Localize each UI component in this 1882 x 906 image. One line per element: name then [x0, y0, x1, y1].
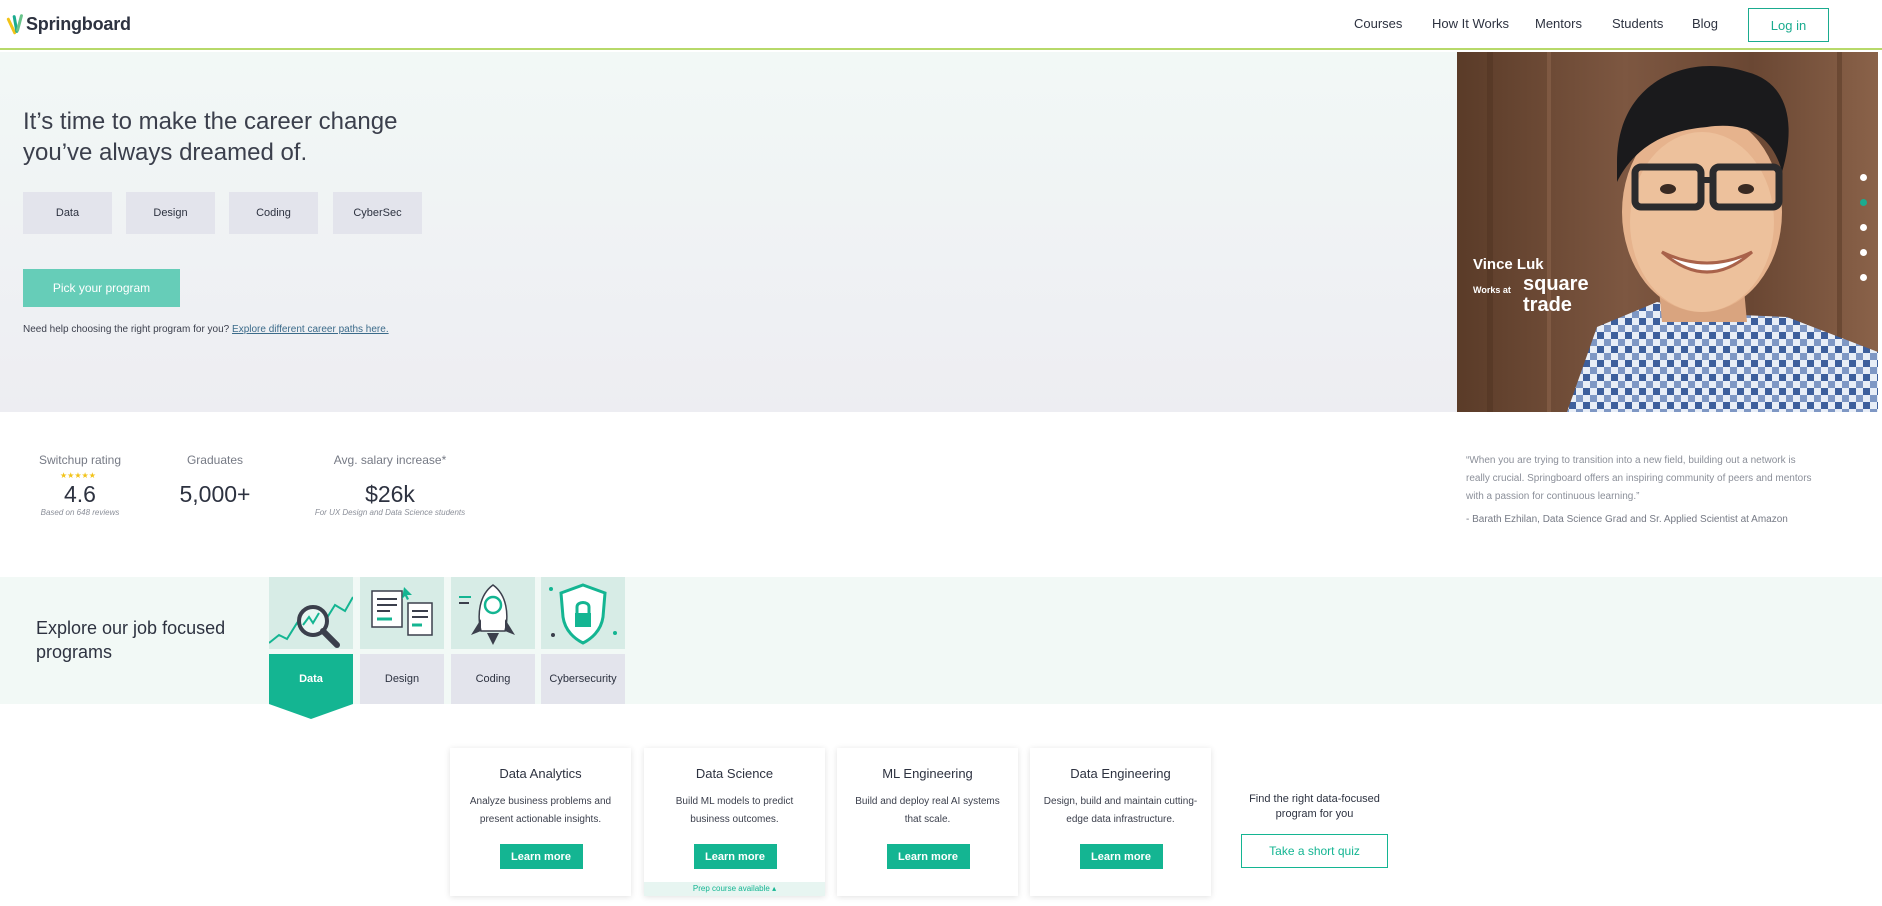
card-title: Data Science [695, 766, 774, 781]
card-ml-engineering: ML Engineering Build and deploy real AI … [837, 748, 1018, 896]
carousel-dot-2[interactable] [1860, 199, 1867, 206]
tab-design[interactable]: Design [360, 654, 444, 704]
carousel-dot-4[interactable] [1860, 249, 1867, 256]
coding-program-image[interactable] [451, 577, 535, 649]
card-title: Data Engineering [1070, 766, 1171, 781]
active-tab-arrow [269, 704, 353, 719]
learn-more-button[interactable]: Learn more [1079, 844, 1163, 869]
data-program-image[interactable] [269, 577, 353, 649]
springboard-logo[interactable]: Springboard [6, 11, 131, 37]
card-title: ML Engineering [882, 766, 973, 781]
nav-courses[interactable]: Courses [1354, 16, 1402, 31]
card-title: Data Analytics [499, 766, 582, 781]
learn-more-button[interactable]: Learn more [693, 844, 777, 869]
nav-mentors[interactable]: Mentors [1535, 16, 1582, 31]
prep-course-badge[interactable]: Prep course available ▴ [644, 882, 825, 896]
tab-coding[interactable]: Coding [451, 654, 535, 704]
stat-salary-label: Avg. salary increase* [333, 453, 447, 467]
card-description: Analyze business problems and present ac… [469, 796, 612, 825]
learn-more-button[interactable]: Learn more [886, 844, 970, 869]
tab-data[interactable]: Data [269, 654, 353, 704]
testimonial-photo: Vince Luk Works at square trade [1457, 52, 1878, 412]
take-quiz-button[interactable]: Take a short quiz [1241, 834, 1388, 868]
pick-program-button[interactable]: Pick your program [23, 269, 180, 307]
carousel-dots [1860, 174, 1867, 299]
carousel-dot-1[interactable] [1860, 174, 1867, 181]
card-data-analytics: Data Analytics Analyze business problems… [450, 748, 631, 896]
card-description: Build and deploy real AI systems that sc… [855, 796, 1000, 825]
tab-cybersecurity[interactable]: Cybersecurity [541, 654, 625, 704]
nav-blog[interactable]: Blog [1692, 16, 1718, 31]
rocket-icon [459, 584, 515, 645]
chip-design[interactable]: Design [126, 192, 215, 234]
stat-salary-value: $26k [365, 481, 415, 507]
chip-coding[interactable]: Coding [229, 192, 318, 234]
explore-title: Explore our job focused programs [36, 618, 226, 662]
stat-switchup-label: Switchup rating [38, 453, 122, 467]
card-data-science: Data Science Build ML models to predict … [644, 748, 825, 896]
carousel-dot-5[interactable] [1860, 274, 1867, 281]
magnifier-chart-icon [269, 596, 353, 648]
person-portrait-image [1457, 52, 1878, 412]
chip-cybersec[interactable]: CyberSec [333, 192, 422, 234]
card-description: Build ML models to predict business outc… [675, 796, 794, 825]
help-text-label: Need help choosing the right program for… [23, 324, 230, 335]
card-description: Design, build and maintain cutting-edge … [1043, 796, 1198, 825]
stat-salary-note: For UX Design and Data Science students [314, 508, 466, 517]
quiz-prompt: Find the right data-focused program for … [1249, 793, 1380, 820]
help-text: Need help choosing the right program for… [23, 324, 389, 335]
chip-data[interactable]: Data [23, 192, 112, 234]
stat-graduates-value: 5,000+ [179, 481, 251, 507]
squaretrade-logo: square trade [1523, 273, 1589, 316]
design-program-image[interactable] [360, 577, 444, 649]
hero-title: It’s time to make the career change you’… [23, 108, 398, 166]
career-paths-link[interactable]: Explore different career paths here. [232, 324, 389, 335]
top-header: Springboard Courses How It Works Mentors… [0, 0, 1882, 50]
works-at-label: Works at [1473, 285, 1511, 295]
star-rating-icon: ★★★★★ [60, 471, 96, 480]
carousel-dot-3[interactable] [1860, 224, 1867, 231]
testimonial-author: - Barath Ezhilan, Data Science Grad and … [1466, 514, 1788, 525]
logo-mark-icon [6, 11, 24, 37]
learn-more-button[interactable]: Learn more [499, 844, 583, 869]
login-button[interactable]: Log in [1748, 8, 1829, 42]
shield-lock-icon [549, 583, 617, 645]
nav-students[interactable]: Students [1612, 16, 1663, 31]
hero-section: It’s time to make the career change you’… [0, 52, 1457, 412]
nav-how-it-works[interactable]: How It Works [1432, 16, 1509, 31]
person-name: Vince Luk [1473, 256, 1544, 273]
stat-graduates-label: Graduates [186, 453, 244, 467]
cybersecurity-program-image[interactable] [541, 577, 625, 649]
stat-switchup-value: 4.6 [64, 481, 96, 507]
design-docs-icon [371, 587, 433, 636]
logo-text: Springboard [26, 13, 131, 34]
card-data-engineering: Data Engineering Design, build and maint… [1030, 748, 1211, 896]
stat-switchup-note: Based on 648 reviews [40, 508, 120, 517]
testimonial-quote: “When you are trying to transition into … [1466, 455, 1812, 502]
